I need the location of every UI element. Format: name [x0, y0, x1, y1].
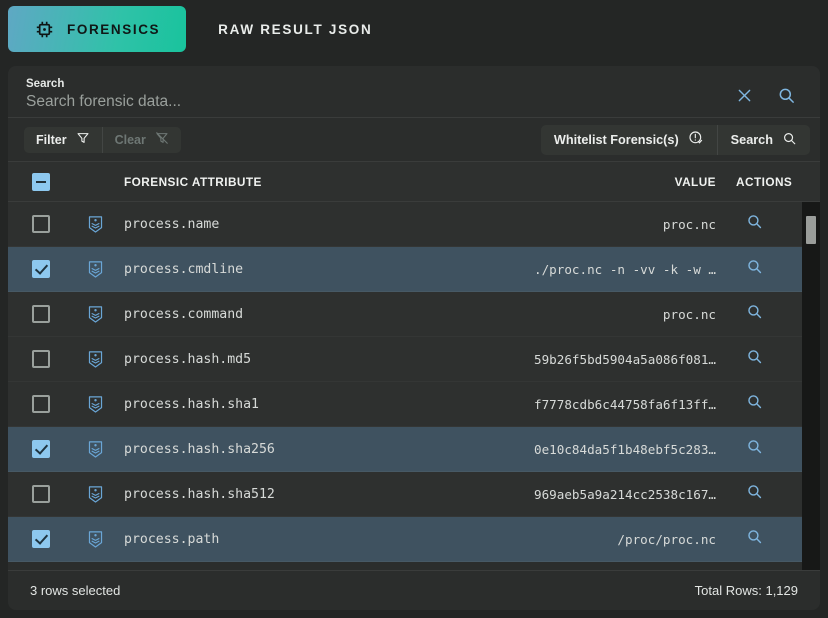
search-submit-button[interactable]: Search	[716, 124, 810, 155]
shield-badge-icon	[74, 530, 116, 549]
column-header-attribute[interactable]: FORENSIC ATTRIBUTE	[116, 175, 430, 189]
shield-badge-icon	[74, 260, 116, 279]
table-header: FORENSIC ATTRIBUTE VALUE ACTIONS	[8, 162, 820, 202]
search-actions	[734, 85, 806, 117]
table-row[interactable]: process.hash.md5 59b26f5bd5904a5a086f081…	[8, 337, 820, 382]
filter-button[interactable]: Filter	[24, 126, 102, 153]
shield-badge-icon	[74, 395, 116, 414]
select-all-cell	[8, 172, 74, 191]
total-rows-text: Total Rows: 1,129	[694, 583, 798, 598]
row-checkbox[interactable]	[32, 440, 50, 458]
filter-off-icon	[155, 131, 169, 148]
filter-button-label: Filter	[36, 132, 67, 147]
search-icon	[782, 131, 797, 149]
row-select-cell	[8, 350, 74, 368]
table-row[interactable]: process.hash.sha1 f7778cdb6c44758fa6f13ff…	[8, 382, 820, 427]
filter-button-group: Filter Clear	[24, 126, 181, 153]
row-checkbox[interactable]	[32, 485, 50, 503]
search-icon[interactable]	[746, 483, 763, 505]
search-icon[interactable]	[746, 348, 763, 370]
row-select-cell	[8, 485, 74, 503]
shield-badge-icon	[74, 485, 116, 504]
search-field-wrap: Search	[26, 78, 734, 117]
whitelist-forensics-button[interactable]: Whitelist Forensic(s)	[540, 124, 717, 155]
search-bar: Search	[8, 66, 820, 118]
row-attribute: process.path	[124, 531, 220, 547]
search-icon[interactable]	[746, 438, 763, 460]
row-checkbox[interactable]	[32, 530, 50, 548]
rows-selected-text: 3 rows selected	[30, 583, 121, 598]
alert-check-icon	[688, 130, 704, 149]
row-attribute: process.name	[124, 216, 220, 232]
tab-forensics[interactable]: FORENSICS	[8, 6, 187, 52]
row-select-cell	[8, 440, 74, 458]
row-value: ./proc.nc -n -vv -k -w …	[534, 261, 716, 277]
table-scrollbar-thumb[interactable]	[806, 216, 816, 244]
row-select-cell	[8, 530, 74, 548]
clear-filter-button[interactable]: Clear	[101, 126, 181, 153]
column-header-actions: ACTIONS	[736, 174, 793, 189]
row-checkbox[interactable]	[32, 350, 50, 368]
search-submit-label: Search	[730, 132, 773, 147]
search-label: Search	[26, 78, 65, 90]
close-icon[interactable]	[734, 85, 754, 105]
row-select-cell	[8, 395, 74, 413]
table-row[interactable]: process.path/proc/proc.nc	[8, 517, 820, 562]
filter-bar: Filter Clear Whitelist Forensic(s) Searc…	[8, 118, 820, 162]
search-icon[interactable]	[746, 258, 763, 280]
row-attribute: process.hash.sha512	[124, 486, 275, 502]
row-checkbox[interactable]	[32, 215, 50, 233]
search-icon[interactable]	[776, 85, 796, 105]
clear-filter-label: Clear	[114, 132, 146, 147]
chip-icon	[34, 19, 55, 40]
table-row[interactable]: process.hash.sha256 0e10c84da5f1b48ebf5c2…	[8, 427, 820, 472]
action-button-group: Whitelist Forensic(s) Search	[540, 124, 810, 155]
row-value: proc.nc	[662, 216, 716, 232]
row-attribute: process.command	[124, 306, 244, 322]
row-select-cell	[8, 215, 74, 233]
shield-badge-icon	[74, 440, 116, 459]
search-icon[interactable]	[746, 393, 763, 415]
search-icon[interactable]	[746, 213, 763, 235]
row-checkbox[interactable]	[32, 395, 50, 413]
table-row[interactable]: process.name proc.nc	[8, 202, 820, 247]
row-attribute: process.hash.md5	[124, 351, 252, 367]
row-attribute: process.hash.sha256	[124, 441, 275, 457]
table-row[interactable]: process.command proc.nc	[8, 292, 820, 337]
row-value: f7778cdb6c44758fa6f13ff…	[534, 396, 716, 412]
row-value: 59b26f5bd5904a5a086f081…	[534, 351, 716, 367]
row-value: /proc/proc.nc	[617, 531, 716, 547]
row-attribute: process.cmdline	[124, 261, 244, 277]
whitelist-forensics-label: Whitelist Forensic(s)	[553, 132, 679, 147]
search-icon[interactable]	[746, 303, 763, 325]
table-scrollbar[interactable]	[802, 202, 820, 570]
shield-badge-icon	[74, 305, 116, 324]
row-value: 969aeb5a9a214cc2538c167…	[534, 486, 716, 502]
filter-icon	[76, 131, 90, 148]
forensics-panel: Search Filter	[8, 66, 820, 610]
column-header-value[interactable]: VALUE	[430, 175, 730, 189]
table-body: process.name proc.nc process.cmdline ./proc…	[8, 202, 820, 570]
row-value: 0e10c84da5f1b48ebf5c283…	[534, 441, 716, 457]
row-attribute: process.hash.sha1	[124, 396, 259, 412]
row-value: proc.nc	[662, 306, 716, 322]
table-row[interactable]: process.cmdline ./proc.nc -n -vv -k -w …	[8, 247, 820, 292]
row-select-cell	[8, 305, 74, 323]
table-footer: 3 rows selected Total Rows: 1,129	[8, 570, 820, 610]
row-checkbox[interactable]	[32, 305, 50, 323]
select-all-checkbox[interactable]	[32, 172, 50, 191]
tab-strip: FORENSICS RAW RESULT JSON	[0, 0, 828, 58]
row-select-cell	[8, 260, 74, 278]
shield-badge-icon	[74, 215, 116, 234]
table-row[interactable]: process.hash.sha512 969aeb5a9a214cc2538c1…	[8, 472, 820, 517]
tab-raw-result-json[interactable]: RAW RESULT JSON	[192, 6, 398, 52]
search-icon[interactable]	[746, 528, 763, 550]
shield-badge-icon	[74, 350, 116, 369]
tab-raw-result-json-label: RAW RESULT JSON	[218, 21, 373, 37]
row-checkbox[interactable]	[32, 260, 50, 278]
table-rows: process.name proc.nc process.cmdline ./proc…	[8, 202, 820, 562]
tab-forensics-label: FORENSICS	[67, 21, 161, 37]
search-input[interactable]	[26, 93, 734, 111]
